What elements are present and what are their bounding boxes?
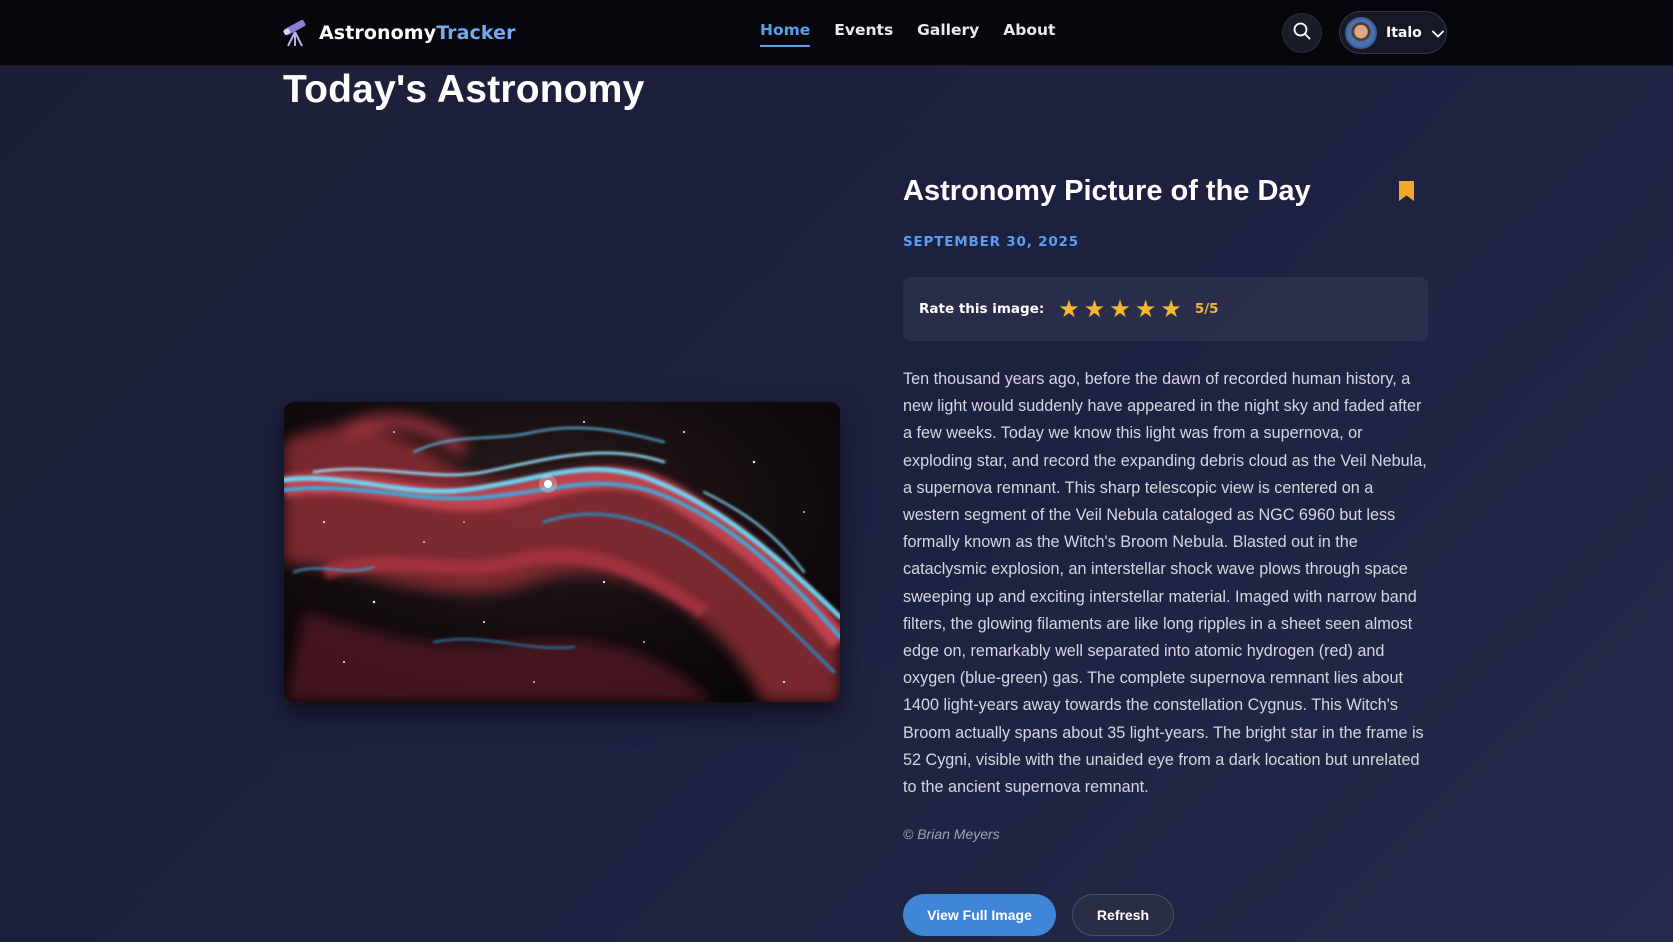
star-icon-3[interactable]: ★ xyxy=(1109,297,1131,321)
telescope-icon xyxy=(281,18,309,48)
rating-label: Rate this image: xyxy=(919,301,1045,317)
star-icon-2[interactable]: ★ xyxy=(1084,297,1106,321)
nav-about[interactable]: About xyxy=(1003,21,1055,47)
rating-value: 5/5 xyxy=(1194,301,1219,317)
star-icon-4[interactable]: ★ xyxy=(1135,297,1157,321)
apod-title: Astronomy Picture of the Day xyxy=(903,175,1311,207)
main-nav: Home Events Gallery About xyxy=(760,21,1055,47)
apod-image[interactable] xyxy=(284,402,840,702)
user-menu-button[interactable]: Italo xyxy=(1339,11,1447,54)
star-icon-5[interactable]: ★ xyxy=(1160,297,1182,321)
user-name: Italo xyxy=(1386,24,1422,41)
bookmark-icon[interactable] xyxy=(1398,180,1415,206)
refresh-button[interactable]: Refresh xyxy=(1072,894,1174,936)
avatar xyxy=(1345,16,1377,49)
brand-name: AstronomyTracker xyxy=(319,22,516,44)
star-icon-1[interactable]: ★ xyxy=(1058,297,1080,321)
search-icon xyxy=(1293,22,1311,44)
star-rating: ★ ★ ★ ★ ★ xyxy=(1058,297,1182,321)
image-credit: © Brian Meyers xyxy=(903,826,1000,842)
apod-description: Ten thousand years ago, before the dawn … xyxy=(903,370,1427,797)
rating-box: Rate this image: ★ ★ ★ ★ ★ 5/5 xyxy=(903,277,1428,341)
view-full-image-button[interactable]: View Full Image xyxy=(903,894,1056,936)
nav-gallery[interactable]: Gallery xyxy=(917,21,979,47)
page-title: Today's Astronomy xyxy=(283,68,645,111)
nav-events[interactable]: Events xyxy=(834,21,893,47)
apod-date: SEPTEMBER 30, 2025 xyxy=(903,234,1079,250)
search-button[interactable] xyxy=(1282,13,1322,53)
chevron-down-icon xyxy=(1431,23,1444,42)
brand-logo-link[interactable]: AstronomyTracker xyxy=(281,18,516,48)
nav-home[interactable]: Home xyxy=(760,21,811,47)
top-navbar: AstronomyTracker Home Events Gallery Abo… xyxy=(0,0,1673,66)
